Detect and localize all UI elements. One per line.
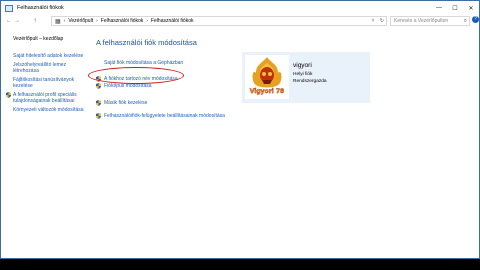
uac-shield-icon bbox=[96, 99, 101, 106]
task-label: Másik fiók kezelése bbox=[104, 99, 148, 106]
red-annotation-circle bbox=[88, 67, 184, 84]
account-name: vigyori bbox=[293, 62, 312, 69]
uac-shield-icon bbox=[96, 82, 101, 89]
sidebar-item-credentials[interactable]: Saját hitelesítő adatok kezelése bbox=[13, 53, 93, 59]
sidebar: Vezérlőpult – kezdőlap Saját hitelesítő … bbox=[6, 36, 93, 116]
window-controls: — ☐ ✕ bbox=[431, 1, 479, 15]
minimize-button[interactable]: — bbox=[431, 1, 447, 15]
account-card: Vigyori 78 vigyori Helyi fiók Rendszerga… bbox=[242, 52, 370, 103]
sidebar-item-environment-variables[interactable]: Környezeti változók módosítása bbox=[13, 107, 93, 113]
sidebar-item-label: A felhasználói profil speciális tulajdon… bbox=[13, 92, 77, 104]
sidebar-item-encryption-certs[interactable]: Fájltitkosítási tanúsítványok kezelése bbox=[13, 77, 93, 89]
control-panel-icon bbox=[5, 4, 13, 12]
title-bar: Felhasználói fiókok — ☐ ✕ bbox=[1, 1, 479, 15]
account-type: Helyi fiók bbox=[293, 72, 313, 77]
up-arrow-icon[interactable]: ↑ bbox=[31, 18, 39, 24]
close-button[interactable]: ✕ bbox=[463, 1, 479, 15]
search-placeholder: Keresés a Vezérlőpulton bbox=[394, 18, 449, 24]
address-bar[interactable]: ▦ › Vezérlőpult › Felhasználói fiókok › … bbox=[51, 16, 387, 26]
breadcrumb-user-accounts[interactable]: Felhasználói fiókok bbox=[101, 18, 144, 24]
task-label: Felhasználóifiók-felügyelete beállításai… bbox=[104, 112, 225, 119]
skull-flame-avatar-icon: Vigyori 78 bbox=[250, 57, 284, 95]
page-title: A felhasználói fiók módosítása bbox=[96, 38, 197, 47]
breadcrumb-control-panel[interactable]: Vezérlőpult bbox=[68, 18, 93, 24]
back-arrow-icon[interactable]: ← bbox=[5, 18, 13, 24]
avatar-text: Vigyori 78 bbox=[250, 88, 284, 95]
breadcrumb-user-accounts-current[interactable]: Felhasználói fiókok bbox=[151, 18, 194, 24]
uac-shield-icon bbox=[96, 112, 101, 119]
dropdown-chevron-icon[interactable]: ˅ bbox=[371, 18, 374, 24]
uac-shield-icon bbox=[6, 92, 11, 98]
refresh-icon[interactable]: ↻ bbox=[380, 18, 384, 24]
sidebar-home-link[interactable]: Vezérlőpult – kezdőlap bbox=[13, 36, 93, 42]
account-role: Rendszergazda bbox=[293, 79, 327, 84]
avatar: Vigyori 78 bbox=[245, 55, 289, 99]
user-accounts-window: Felhasználói fiókok — ☐ ✕ ← → ↑ ▦ › Vezé… bbox=[0, 0, 480, 259]
desktop-strip bbox=[0, 259, 480, 270]
uac-settings-link[interactable]: Felhasználóifiók-felügyelete beállításai… bbox=[96, 112, 376, 119]
window-title: Felhasználói fiókok bbox=[17, 5, 64, 11]
sidebar-item-profile-properties[interactable]: A felhasználói profil speciális tulajdon… bbox=[6, 92, 93, 104]
navigation-bar: ← → ↑ ▦ › Vezérlőpult › Felhasználói fió… bbox=[1, 15, 479, 27]
help-icon[interactable]: ? bbox=[472, 16, 479, 23]
maximize-button[interactable]: ☐ bbox=[447, 1, 463, 15]
search-icon: ⌕ bbox=[463, 17, 467, 24]
forward-arrow-icon[interactable]: → bbox=[13, 18, 21, 24]
search-input[interactable]: Keresés a Vezérlőpulton ⌕ bbox=[390, 16, 470, 26]
sidebar-item-reset-disk[interactable]: Jelszóhelyreállító lemez létrehozása bbox=[13, 62, 93, 74]
